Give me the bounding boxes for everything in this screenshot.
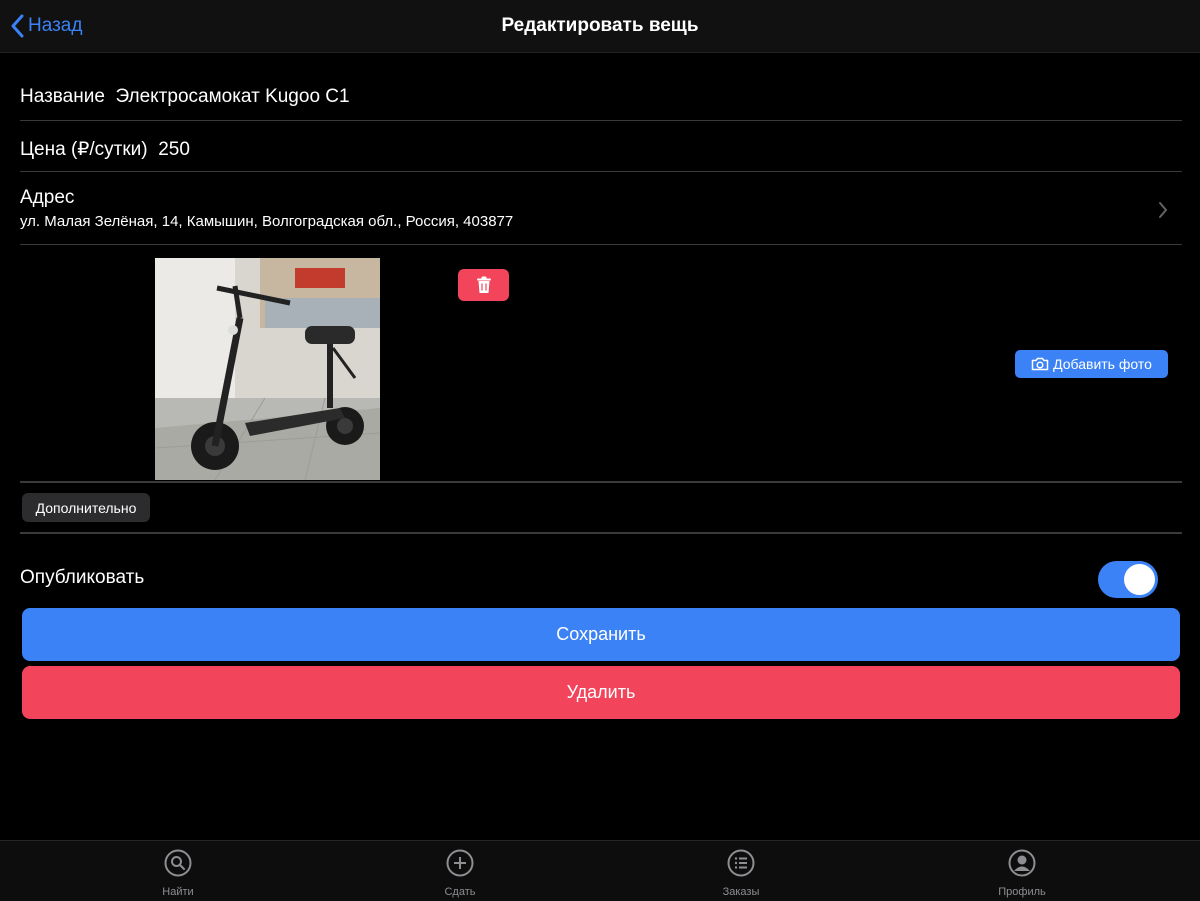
divider [20, 481, 1182, 483]
trash-icon [476, 276, 491, 293]
item-photo[interactable] [155, 258, 380, 480]
price-label: Цена (₽/сутки) [20, 139, 148, 160]
divider [20, 532, 1182, 534]
tab-profile-label: Профиль [998, 886, 1046, 898]
publish-label: Опубликовать [20, 567, 145, 588]
name-row[interactable]: Название Электросамокат Kugoo C1 [20, 72, 1182, 121]
camera-icon [1031, 357, 1049, 371]
save-button[interactable]: Сохранить [22, 608, 1180, 661]
tab-profile[interactable]: Профиль [972, 849, 1072, 898]
toggle-knob [1124, 564, 1155, 595]
add-photo-label: Добавить фото [1053, 356, 1152, 372]
tab-rent-out-label: Сдать [444, 886, 476, 898]
page-title: Редактировать вещь [501, 15, 699, 36]
price-row[interactable]: Цена (₽/сутки) 250 [20, 122, 1182, 172]
profile-icon [1008, 849, 1036, 877]
tab-bar: Найти Сдать Заказы Профиль [0, 840, 1200, 901]
delete-photo-button[interactable] [458, 269, 509, 301]
delete-button[interactable]: Удалить [22, 666, 1180, 719]
tab-find-label: Найти [162, 886, 194, 898]
search-icon [164, 849, 192, 877]
tab-rent-out[interactable]: Сдать [410, 849, 510, 898]
name-label: Название [20, 86, 105, 107]
scooter-photo [155, 258, 380, 480]
tab-orders[interactable]: Заказы [691, 849, 791, 898]
nav-bar: Назад Редактировать вещь [0, 0, 1200, 53]
price-input[interactable]: 250 [158, 139, 190, 160]
plus-circle-icon [446, 849, 474, 877]
tab-find[interactable]: Найти [128, 849, 228, 898]
list-icon [727, 849, 755, 877]
add-photo-button[interactable]: Добавить фото [1015, 350, 1168, 378]
name-input[interactable]: Электросамокат Kugoo C1 [115, 86, 349, 107]
chevron-right-icon [1159, 202, 1168, 218]
address-value: ул. Малая Зелёная, 14, Камышин, Волгогра… [20, 213, 514, 230]
publish-toggle[interactable] [1098, 561, 1158, 598]
extra-button[interactable]: Дополнительно [22, 493, 150, 522]
tab-orders-label: Заказы [722, 886, 760, 898]
address-row[interactable]: Адрес ул. Малая Зелёная, 14, Камышин, Во… [20, 173, 1182, 245]
address-label: Адрес [20, 187, 75, 208]
